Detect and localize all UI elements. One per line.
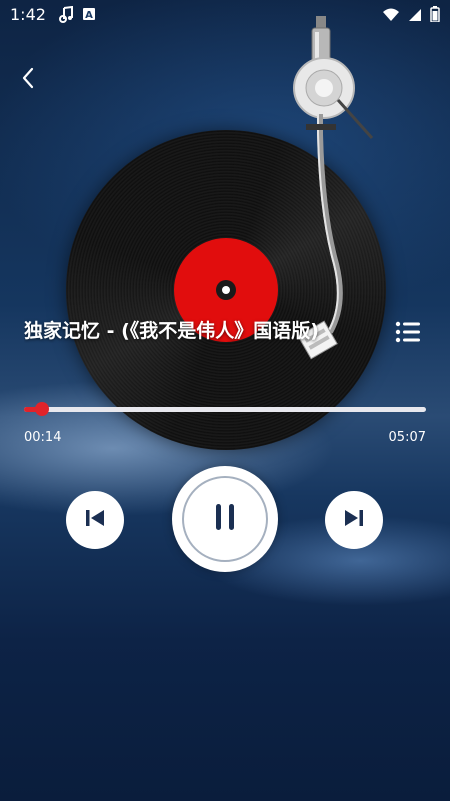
current-time: 00:14 [24,430,62,445]
progress-slider[interactable] [24,402,426,416]
status-icons-right [382,6,440,26]
next-button[interactable] [325,491,383,549]
skip-next-icon [343,507,365,533]
a-badge-icon: A [82,6,96,28]
playlist-button[interactable] [392,316,424,348]
status-time: 1:42 [10,5,46,24]
pause-icon [213,502,237,536]
music-note-icon [58,5,74,28]
back-button[interactable] [14,64,42,96]
wifi-icon [382,7,400,26]
song-title: 独家记忆 - (《我不是伟人》国语版) [24,320,319,342]
progress-thumb[interactable] [35,402,50,416]
svg-text:A: A [85,10,93,21]
vinyl-center [216,280,236,300]
battery-icon [430,6,440,26]
vinyl-spindle-hole [222,286,230,294]
play-pause-button[interactable] [172,466,278,572]
status-bar: 1:42 A [0,0,450,30]
previous-button[interactable] [66,491,124,549]
chevron-left-icon [21,67,35,93]
skip-previous-icon [84,507,106,533]
status-icons-left: A [58,5,96,28]
list-icon [392,321,424,352]
total-time: 05:07 [388,430,426,445]
signal-icon [408,7,422,26]
play-pause-ring [182,476,268,562]
